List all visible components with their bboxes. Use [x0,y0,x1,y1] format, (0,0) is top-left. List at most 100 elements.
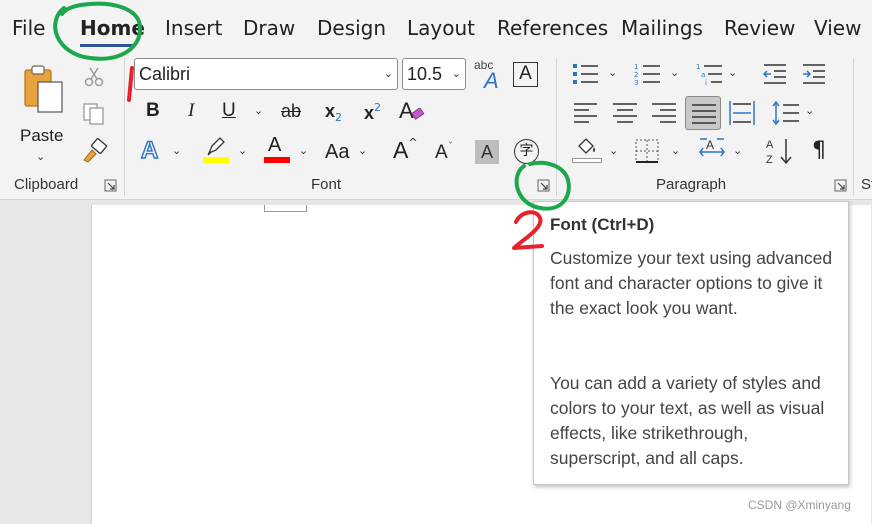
italic-button[interactable]: I [188,100,194,122]
clipboard-dialog-launcher-icon[interactable] [104,179,118,193]
text-highlight-button[interactable] [203,136,229,164]
strikethrough-button[interactable]: ab [281,101,301,122]
copy-icon[interactable] [82,102,106,126]
text-effects-dropdown-chevron-icon[interactable]: ⌄ [172,144,181,157]
clipboard-group-label: Clipboard [14,176,79,193]
svg-text:i: i [705,79,707,86]
highlight-dropdown-chevron-icon[interactable]: ⌄ [238,144,247,157]
styles-group-label-partial: St [861,176,872,193]
bullets-dropdown-chevron-icon[interactable]: ⌄ [608,66,617,79]
subscript-mark: 2 [335,111,343,124]
underline-button[interactable]: U [222,100,236,122]
font-size-dropdown-chevron-icon[interactable]: ⌄ [452,59,461,89]
tab-insert[interactable]: Insert [165,16,222,40]
borders-dropdown-chevron-icon[interactable]: ⌄ [671,144,680,157]
ribbon-tabs: File Home Insert Draw Design Layout Refe… [0,0,872,50]
shrink-font-letter: A [435,142,448,163]
bold-button[interactable]: B [146,100,160,122]
decrease-indent-icon[interactable] [762,62,788,86]
subscript-x: x [325,101,336,121]
distributed-icon[interactable] [729,100,755,126]
shading-dropdown-chevron-icon[interactable]: ⌄ [609,144,618,157]
change-case-dropdown-chevron-icon[interactable]: ⌄ [358,144,367,157]
character-border-icon[interactable]: A [513,62,538,87]
cut-icon[interactable] [84,66,104,88]
highlighter-icon [207,137,225,156]
numbering-icon[interactable]: 123 [634,62,662,86]
tab-mailings[interactable]: Mailings [621,16,703,40]
clear-formatting-button[interactable]: A [399,98,429,126]
align-center-icon[interactable] [612,102,638,124]
text-effects-icon[interactable]: A [140,136,159,165]
underline-dropdown-chevron-icon[interactable]: ⌄ [254,104,263,117]
shrink-font-button[interactable]: Aˇ [435,140,453,164]
tab-review[interactable]: Review [724,16,795,40]
align-right-icon[interactable] [651,102,677,124]
font-color-swatch [264,157,290,163]
enclose-characters-button[interactable]: 字 [514,139,539,164]
paragraph-dialog-launcher-icon[interactable] [834,179,848,193]
tab-draw[interactable]: Draw [243,16,295,40]
font-name-dropdown-chevron-icon[interactable]: ⌄ [384,59,393,89]
svg-text:A: A [766,139,774,151]
text-direction-dropdown-chevron-icon[interactable]: ⌄ [733,144,742,157]
svg-text:a: a [701,71,705,79]
tab-file[interactable]: File [12,16,45,40]
group-separator [853,58,854,196]
tab-references[interactable]: References [497,16,608,40]
line-spacing-icon[interactable] [772,100,800,126]
tooltip-title: Font (Ctrl+D) [550,215,655,234]
bullets-icon[interactable] [572,62,600,86]
shading-color-swatch [572,158,602,163]
increase-indent-icon[interactable] [801,62,827,86]
grow-font-letter: A [393,137,409,163]
font-color-dropdown-chevron-icon[interactable]: ⌄ [299,144,308,157]
svg-text:A: A [706,138,714,152]
active-tab-indicator [80,44,134,47]
paragraph-group-label: Paragraph [656,176,727,193]
svg-text:3: 3 [634,79,638,86]
superscript-x: x [364,103,375,123]
text-boundary-mark [264,205,307,212]
show-formatting-marks-icon[interactable]: ¶ [812,138,826,163]
font-tooltip: Font (Ctrl+D) Customize your text using … [533,201,849,485]
change-case-button[interactable]: Aa [325,141,349,164]
font-color-icon: A [268,134,282,156]
align-left-icon[interactable] [573,102,599,124]
subscript-button[interactable]: x2 [325,101,342,124]
character-shading-button[interactable]: A [475,140,499,164]
phonetic-guide-button[interactable]: abc A [472,58,504,93]
phonetic-guide-icon: A [484,68,499,93]
justify-button[interactable] [685,96,721,130]
group-separator [556,58,557,196]
tab-design[interactable]: Design [317,16,386,40]
shrink-font-caret-icon: ˇ [447,140,454,153]
tab-home[interactable]: Home [80,16,145,40]
tooltip-paragraph-1: Customize your text using advanced font … [550,248,833,318]
highlight-color-swatch [203,157,229,163]
multilevel-list-icon[interactable]: 1ai [696,62,724,86]
svg-text:1: 1 [696,63,700,71]
svg-text:2: 2 [634,71,638,79]
tab-view[interactable]: View [814,16,861,40]
group-separator [124,58,125,196]
superscript-button[interactable]: x2 [364,101,381,124]
text-direction-icon[interactable]: A [697,136,727,166]
paste-button[interactable]: Paste ⌄ [14,60,70,163]
font-size-combo[interactable]: 10.5 ⌄ [402,58,466,90]
format-painter-icon[interactable] [80,138,108,164]
shading-button[interactable] [572,136,602,164]
multilevel-list-dropdown-chevron-icon[interactable]: ⌄ [728,66,737,79]
svg-text:Z: Z [766,154,773,166]
numbering-dropdown-chevron-icon[interactable]: ⌄ [670,66,679,79]
grow-font-button[interactable]: A^ [393,136,418,164]
sort-icon[interactable]: A Z [764,136,794,166]
font-color-button[interactable]: A [264,134,290,164]
tab-layout[interactable]: Layout [407,16,475,40]
font-name-combo[interactable]: Calibri ⌄ [134,58,398,90]
borders-icon[interactable] [634,138,660,164]
font-dialog-launcher-icon[interactable] [537,179,551,193]
paste-icon [24,65,63,113]
paste-dropdown-chevron-icon[interactable]: ⌄ [36,150,45,163]
line-spacing-dropdown-chevron-icon[interactable]: ⌄ [805,104,814,117]
